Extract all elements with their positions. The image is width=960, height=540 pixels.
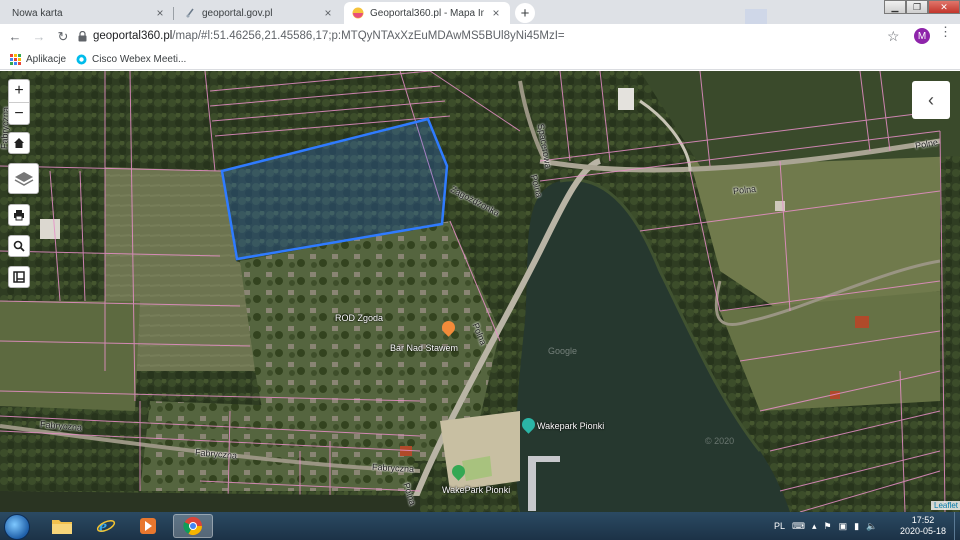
device-icon[interactable]: ▣ [839, 521, 848, 532]
tab-strip: Nowa karta × geoportal.gov.pl × Geoporta… [0, 0, 960, 24]
zoom-control: + − [8, 79, 30, 125]
side-panel-toggle[interactable]: ‹ [912, 81, 950, 119]
bookmark-star-icon[interactable]: ☆ [887, 28, 900, 45]
place-label: Wakepark Pionki [537, 421, 605, 431]
language-indicator[interactable]: PL [774, 521, 785, 531]
menu-dots-icon[interactable]: ⋮ [939, 25, 952, 38]
chrome-icon [183, 517, 202, 536]
layers-button[interactable] [8, 163, 39, 194]
bookmark-webex[interactable]: Cisco Webex Meeti... [76, 54, 186, 65]
search-button[interactable] [8, 235, 30, 257]
geoportal-favicon-icon [186, 8, 194, 18]
tab-new-tab[interactable]: Nowa karta × [4, 2, 174, 24]
tab-title: Nowa karta [12, 7, 63, 19]
google-watermark: Google [548, 346, 578, 356]
tab-close-icon[interactable]: × [322, 6, 334, 20]
windows-taskbar: e PL ⌨ ▴ ⚑ ▣ ▮ 🔈 17:52 2020-05-18 [0, 512, 960, 540]
tab-geoportal360[interactable]: Geoportal360.pl - Mapa Interakt × [344, 2, 510, 24]
bookmarks-bar: Aplikacje Cisco Webex Meeti... [0, 49, 960, 70]
legend-icon [13, 271, 25, 283]
svg-text:e: e [99, 516, 107, 536]
lock-icon [78, 30, 87, 41]
forward-arrow-icon[interactable]: → [27, 25, 51, 49]
print-icon [14, 210, 24, 221]
tab-title: Geoportal360.pl - Mapa Interakt [370, 7, 484, 19]
media-player-icon [140, 518, 156, 534]
reload-icon[interactable]: ↻ [51, 25, 75, 49]
legend-button[interactable] [8, 266, 30, 288]
tab-geoportal-gov[interactable]: geoportal.gov.pl × [176, 2, 342, 24]
taskbar-internet-explorer[interactable]: e [86, 514, 126, 538]
action-center-icon[interactable]: ⚑ [824, 521, 832, 532]
print-button[interactable] [8, 204, 30, 226]
bookmark-label: Cisco Webex Meeti... [92, 53, 187, 65]
browser-toolbar: ← → ↻ geoportal360.pl/map/#l:51.46256,21… [0, 24, 960, 49]
satellite-imagery [0, 71, 960, 512]
leaflet-attribution[interactable]: Leaflet [931, 501, 960, 510]
minimize-button[interactable]: ▁ [884, 0, 906, 14]
zoom-out-button[interactable]: − [9, 102, 29, 124]
network-signal-icon[interactable]: ▮ [854, 521, 859, 532]
blurred-tray-icon [745, 9, 767, 24]
close-window-button[interactable]: ✕ [928, 0, 960, 14]
apps-grid-icon [10, 53, 21, 65]
profile-avatar[interactable]: M [914, 28, 930, 44]
volume-icon[interactable]: 🔈 [866, 521, 877, 532]
place-label: WakePark Pionki [442, 485, 511, 495]
new-tab-button[interactable]: + [515, 3, 535, 23]
bookmark-apps[interactable]: Aplikacje [10, 53, 67, 65]
home-button[interactable] [8, 132, 30, 154]
road-label: Fabryczna [371, 461, 415, 475]
show-desktop-button[interactable] [954, 512, 960, 540]
taskbar-chrome[interactable] [173, 514, 213, 538]
folder-icon [52, 520, 72, 534]
geoportal360-favicon-icon [352, 7, 364, 19]
url-path: /map/#l:51.46256,21.45586,17;p:MTQyNTAxX… [172, 30, 565, 42]
tray-expand-icon[interactable]: ▴ [812, 521, 817, 532]
url-host: geoportal360.pl [93, 30, 173, 42]
clock-date: 2020-05-18 [899, 526, 947, 536]
satellite-map[interactable]: ROD Zgoda Bar Nad Stawem Wakepark Pionki… [0, 71, 960, 512]
taskbar-explorer[interactable] [42, 514, 82, 538]
copyright-watermark: © 2020 [705, 436, 735, 446]
layers-icon [14, 171, 33, 186]
maximize-button[interactable]: ❐ [906, 0, 928, 14]
system-tray: PL ⌨ ▴ ⚑ ▣ ▮ 🔈 [774, 512, 877, 540]
zoom-in-button[interactable]: + [9, 80, 29, 102]
taskbar-media-player[interactable] [128, 514, 168, 538]
search-icon [13, 240, 25, 252]
tab-close-icon[interactable]: × [490, 6, 502, 20]
bookmark-label: Aplikacje [26, 53, 67, 65]
home-icon [14, 138, 24, 148]
place-label: ROD Zgoda [335, 313, 384, 323]
webex-icon [76, 54, 87, 64]
internet-explorer-icon: e [96, 516, 116, 536]
keyboard-icon[interactable]: ⌨ [792, 521, 805, 532]
address-bar[interactable]: geoportal360.pl/map/#l:51.46256,21.45586… [78, 26, 878, 46]
tab-title: geoportal.gov.pl [202, 7, 273, 19]
tab-close-icon[interactable]: × [154, 6, 166, 20]
start-button[interactable] [4, 514, 30, 540]
clock[interactable]: 17:52 2020-05-18 [895, 515, 951, 537]
back-arrow-icon[interactable]: ← [3, 25, 27, 49]
place-label: Bar Nad Stawem [390, 343, 459, 353]
clock-time: 17:52 [911, 515, 935, 525]
